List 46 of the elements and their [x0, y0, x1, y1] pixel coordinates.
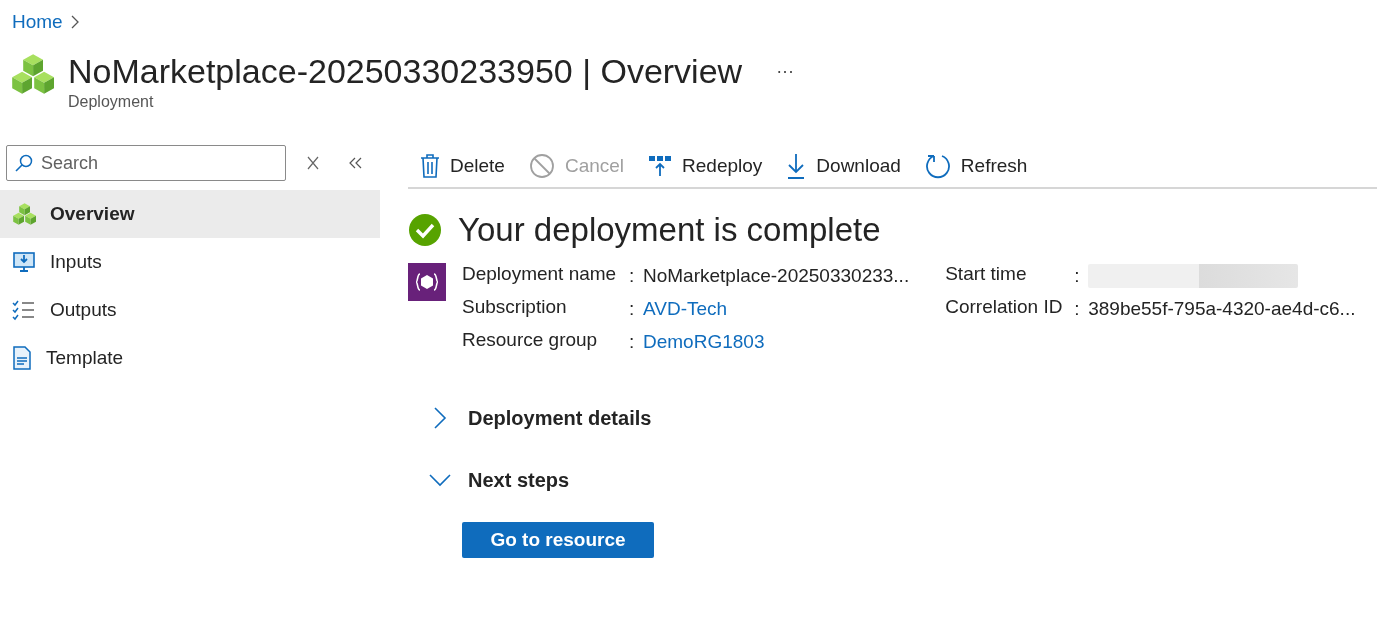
- refresh-icon: [924, 152, 951, 179]
- cubes-icon: [12, 202, 36, 226]
- sidebar-item[interactable]: Inputs: [0, 238, 380, 286]
- checklist-icon: [12, 299, 36, 321]
- detail-value: NoMarketplace-20250330233...: [643, 264, 910, 287]
- document-icon: [12, 346, 32, 370]
- page-subtitle: Deployment: [68, 93, 155, 111]
- colon-separator: :: [629, 297, 636, 320]
- section-toggle[interactable]: Deployment details: [408, 406, 1377, 430]
- detail-label: Deployment name: [462, 263, 618, 286]
- detail-link[interactable]: AVD-Tech: [643, 297, 910, 320]
- redeploy-icon: [648, 153, 673, 178]
- cubes-icon: [10, 52, 54, 96]
- detail-label: Subscription: [462, 296, 568, 319]
- colon-separator: :: [629, 330, 636, 353]
- search-field[interactable]: Search: [6, 145, 286, 181]
- detail-value: 389be55f-795a-4320-ae4d-c6...: [1088, 297, 1356, 320]
- sidebar-item[interactable]: Outputs: [0, 286, 380, 334]
- prohibited-icon: [528, 152, 555, 179]
- detail-label: Resource group: [462, 329, 599, 352]
- page-title: NoMarketplace-20250330233950 | Overview: [68, 52, 743, 91]
- section-toggle[interactable]: Next steps: [408, 468, 1377, 492]
- close-icon: [307, 156, 319, 170]
- more-button[interactable]: ···: [776, 61, 795, 82]
- download-icon: [786, 152, 807, 179]
- toolbar-button[interactable]: Delete: [420, 153, 505, 178]
- detail-link[interactable]: DemoRG1803: [643, 330, 910, 353]
- monitor-icon: [12, 250, 36, 274]
- breadcrumb-link[interactable]: Home: [12, 11, 63, 33]
- colon-separator: :: [1074, 264, 1081, 287]
- toolbar-button[interactable]: Download: [786, 152, 901, 179]
- colon-separator: :: [1074, 297, 1081, 320]
- toolbar-button[interactable]: Redeploy: [648, 153, 763, 178]
- status-heading: Your deployment is complete: [458, 211, 881, 249]
- template-icon: [408, 263, 446, 301]
- detail-label: Start time: [945, 263, 1028, 286]
- detail-label: Correlation ID: [945, 296, 1064, 319]
- toolbar-button[interactable]: Refresh: [924, 152, 1028, 179]
- trash-icon: [420, 153, 440, 178]
- go-to-resource-button[interactable]: Go to resource: [462, 522, 654, 558]
- colon-separator: :: [629, 264, 636, 287]
- success-check-icon: [408, 213, 442, 247]
- sidebar-item[interactable]: Overview: [0, 190, 380, 238]
- chevron-right-icon: [70, 15, 79, 29]
- sidebar-item[interactable]: Template: [0, 334, 380, 382]
- double-chevron-left-icon: [348, 157, 362, 169]
